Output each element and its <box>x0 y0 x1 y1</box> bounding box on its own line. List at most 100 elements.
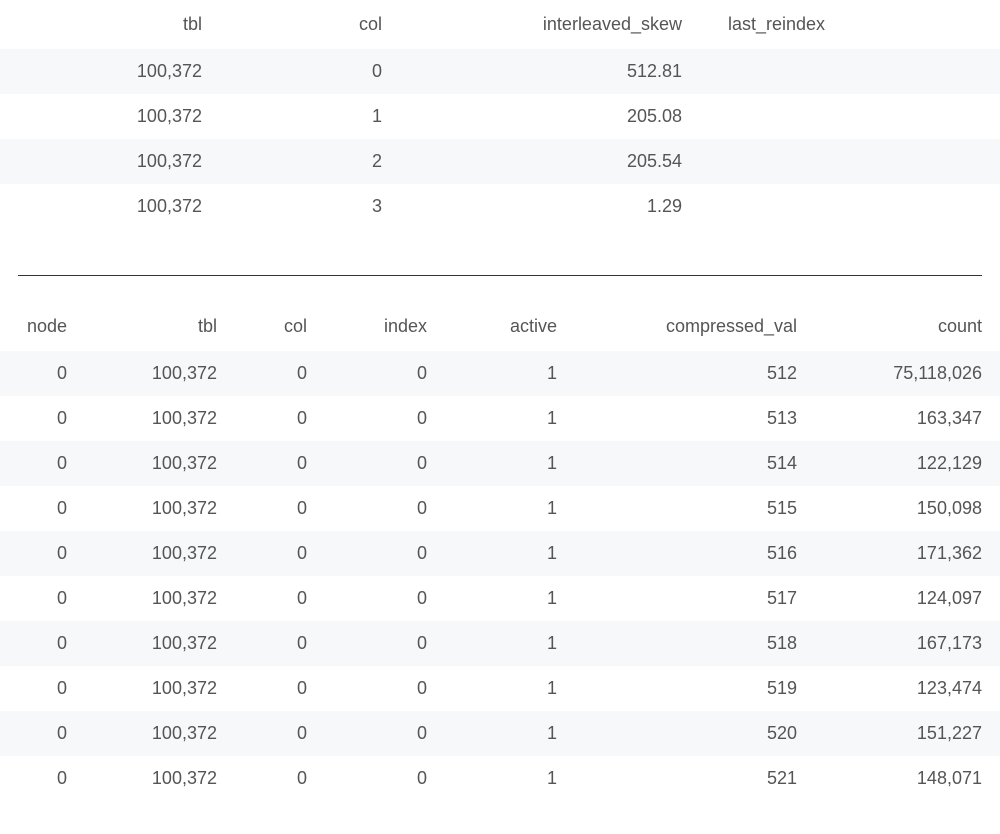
cell-active: 1 <box>445 531 575 576</box>
cell-node: 0 <box>0 351 85 396</box>
cell-interleaved_skew: 512.81 <box>400 49 700 94</box>
cell-tbl: 100,372 <box>85 711 235 756</box>
cell-col: 0 <box>235 666 325 711</box>
compression-table-container: node tbl col index active compressed_val… <box>0 302 1000 801</box>
cell-col: 0 <box>235 396 325 441</box>
cell-col: 0 <box>235 621 325 666</box>
cell-tbl: 100,372 <box>85 756 235 801</box>
col-header-node: node <box>0 302 85 351</box>
cell-index: 0 <box>325 351 445 396</box>
cell-node: 0 <box>0 711 85 756</box>
cell-compressed_val: 512 <box>575 351 815 396</box>
cell-count: 124,097 <box>815 576 1000 621</box>
cell-index: 0 <box>325 396 445 441</box>
cell-active: 1 <box>445 486 575 531</box>
table-row: 0100,372001514122,129 <box>0 441 1000 486</box>
table-row: 100,3721205.08 <box>0 94 1000 139</box>
table-row: 0100,37200151275,118,026 <box>0 351 1000 396</box>
cell-count: 122,129 <box>815 441 1000 486</box>
cell-index: 0 <box>325 666 445 711</box>
cell-tbl: 100,372 <box>0 184 220 229</box>
skew-table-container: tbl col interleaved_skew last_reindex 10… <box>0 0 1000 229</box>
table-row: 0100,372001516171,362 <box>0 531 1000 576</box>
cell-index: 0 <box>325 756 445 801</box>
section-divider <box>18 275 982 276</box>
cell-col: 0 <box>235 486 325 531</box>
cell-node: 0 <box>0 531 85 576</box>
cell-interleaved_skew: 1.29 <box>400 184 700 229</box>
cell-index: 0 <box>325 486 445 531</box>
col-header-col: col <box>220 0 400 49</box>
cell-interleaved_skew: 205.54 <box>400 139 700 184</box>
cell-tbl: 100,372 <box>85 351 235 396</box>
table-row: 100,3722205.54 <box>0 139 1000 184</box>
cell-tbl: 100,372 <box>0 49 220 94</box>
table-row: 0100,372001517124,097 <box>0 576 1000 621</box>
cell-compressed_val: 517 <box>575 576 815 621</box>
cell-last_reindex <box>700 184 1000 229</box>
cell-index: 0 <box>325 441 445 486</box>
cell-compressed_val: 518 <box>575 621 815 666</box>
cell-tbl: 100,372 <box>0 139 220 184</box>
table-row: 0100,372001513163,347 <box>0 396 1000 441</box>
cell-active: 1 <box>445 711 575 756</box>
col-header-interleaved-skew: interleaved_skew <box>400 0 700 49</box>
col-header-compressed-val: compressed_val <box>575 302 815 351</box>
cell-node: 0 <box>0 621 85 666</box>
cell-node: 0 <box>0 441 85 486</box>
cell-compressed_val: 519 <box>575 666 815 711</box>
cell-count: 150,098 <box>815 486 1000 531</box>
cell-active: 1 <box>445 666 575 711</box>
cell-tbl: 100,372 <box>85 396 235 441</box>
table-row: 100,37231.29 <box>0 184 1000 229</box>
cell-count: 163,347 <box>815 396 1000 441</box>
cell-node: 0 <box>0 576 85 621</box>
cell-active: 1 <box>445 621 575 666</box>
cell-col: 2 <box>220 139 400 184</box>
col-header-count: count <box>815 302 1000 351</box>
cell-active: 1 <box>445 756 575 801</box>
cell-last_reindex <box>700 94 1000 139</box>
cell-col: 0 <box>235 441 325 486</box>
cell-count: 75,118,026 <box>815 351 1000 396</box>
table-row: 0100,372001520151,227 <box>0 711 1000 756</box>
cell-compressed_val: 520 <box>575 711 815 756</box>
col-header-active: active <box>445 302 575 351</box>
cell-interleaved_skew: 205.08 <box>400 94 700 139</box>
table-row: 0100,372001518167,173 <box>0 621 1000 666</box>
cell-active: 1 <box>445 576 575 621</box>
cell-col: 0 <box>235 351 325 396</box>
cell-active: 1 <box>445 351 575 396</box>
col-header-col: col <box>235 302 325 351</box>
cell-count: 167,173 <box>815 621 1000 666</box>
cell-tbl: 100,372 <box>85 621 235 666</box>
cell-active: 1 <box>445 441 575 486</box>
cell-col: 1 <box>220 94 400 139</box>
cell-compressed_val: 515 <box>575 486 815 531</box>
cell-node: 0 <box>0 756 85 801</box>
cell-col: 0 <box>235 756 325 801</box>
cell-index: 0 <box>325 576 445 621</box>
cell-count: 148,071 <box>815 756 1000 801</box>
cell-tbl: 100,372 <box>0 94 220 139</box>
cell-last_reindex <box>700 139 1000 184</box>
compression-table: node tbl col index active compressed_val… <box>0 302 1000 801</box>
cell-node: 0 <box>0 486 85 531</box>
cell-count: 123,474 <box>815 666 1000 711</box>
cell-tbl: 100,372 <box>85 486 235 531</box>
cell-tbl: 100,372 <box>85 441 235 486</box>
table-header-row: tbl col interleaved_skew last_reindex <box>0 0 1000 49</box>
cell-node: 0 <box>0 666 85 711</box>
cell-compressed_val: 514 <box>575 441 815 486</box>
col-header-tbl: tbl <box>85 302 235 351</box>
cell-col: 0 <box>220 49 400 94</box>
cell-last_reindex <box>700 49 1000 94</box>
cell-tbl: 100,372 <box>85 576 235 621</box>
cell-active: 1 <box>445 396 575 441</box>
skew-table: tbl col interleaved_skew last_reindex 10… <box>0 0 1000 229</box>
table-row: 0100,372001519123,474 <box>0 666 1000 711</box>
table-header-row: node tbl col index active compressed_val… <box>0 302 1000 351</box>
cell-col: 0 <box>235 711 325 756</box>
cell-node: 0 <box>0 396 85 441</box>
cell-index: 0 <box>325 621 445 666</box>
